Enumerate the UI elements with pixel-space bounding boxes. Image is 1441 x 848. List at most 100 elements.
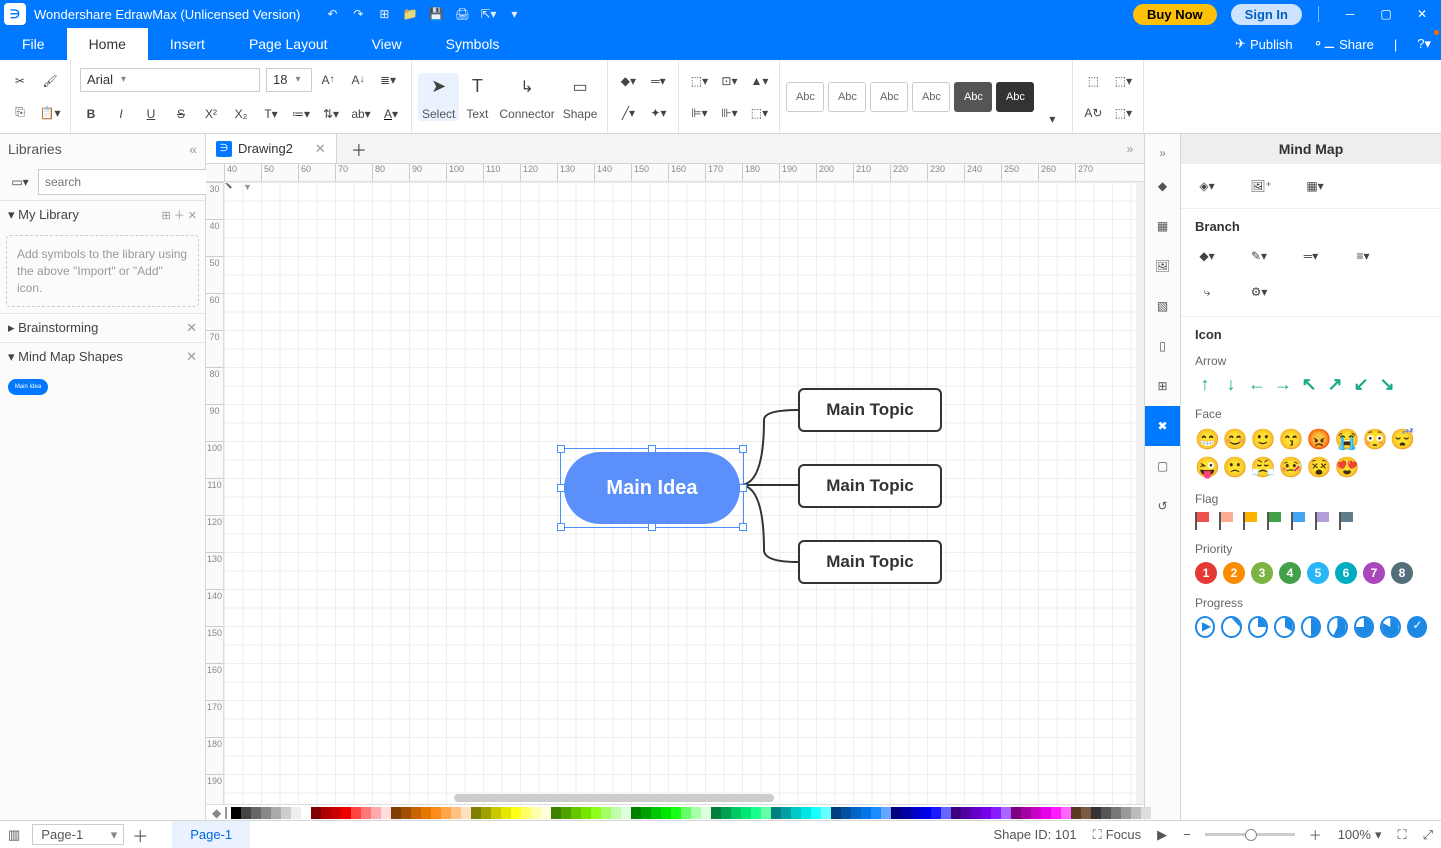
help-button[interactable]: ?▾	[1407, 28, 1441, 60]
color-swatch[interactable]	[651, 807, 661, 819]
color-swatch[interactable]	[411, 807, 421, 819]
color-swatch[interactable]	[791, 807, 801, 819]
tab-insert[interactable]: Insert	[148, 28, 227, 60]
color-swatch[interactable]	[261, 807, 271, 819]
decrease-font-button[interactable]: A↓	[344, 66, 372, 94]
copy-button[interactable]: ⎘	[6, 99, 34, 127]
color-swatch[interactable]	[1041, 807, 1051, 819]
color-swatch[interactable]	[1121, 807, 1131, 819]
fit-page-button[interactable]: ⛶	[1389, 821, 1414, 848]
color-swatch[interactable]	[951, 807, 961, 819]
color-swatch[interactable]	[821, 807, 831, 819]
branch-fill-button[interactable]: ◆▾	[1195, 244, 1219, 268]
color-swatch[interactable]	[311, 807, 321, 819]
arrow-left[interactable]: ←	[1247, 374, 1267, 395]
color-swatch[interactable]	[381, 807, 391, 819]
branch-edit-button[interactable]: ✎▾	[1247, 244, 1271, 268]
mindmap-panel-icon[interactable]: ✖	[1145, 406, 1181, 446]
color-swatch[interactable]	[461, 807, 471, 819]
color-swatch[interactable]	[691, 807, 701, 819]
face-icon[interactable]: 😭	[1335, 427, 1360, 452]
style-preset-3[interactable]: Abc	[870, 82, 908, 112]
color-swatch[interactable]	[871, 807, 881, 819]
library-search-input[interactable]	[38, 169, 207, 195]
color-swatch[interactable]	[971, 807, 981, 819]
color-swatch[interactable]	[551, 807, 561, 819]
canvas-scrollbar[interactable]	[454, 794, 774, 802]
color-swatch[interactable]	[1111, 807, 1121, 819]
priority-icon[interactable]: 6	[1335, 562, 1357, 584]
color-swatch[interactable]	[961, 807, 971, 819]
styles-more[interactable]: ▾	[1038, 105, 1066, 133]
arrow-ne[interactable]: ↗	[1325, 374, 1345, 395]
print-button[interactable]: 🖨	[452, 4, 472, 24]
text-tool[interactable]: T	[463, 73, 491, 101]
color-swatch[interactable]	[861, 807, 871, 819]
branch-settings-button[interactable]: ⚙▾	[1247, 280, 1271, 304]
arrow-right[interactable]: →	[1273, 374, 1293, 395]
color-swatch[interactable]	[781, 807, 791, 819]
face-icon[interactable]: 😜	[1195, 455, 1220, 480]
color-swatch[interactable]	[531, 807, 541, 819]
cut-button[interactable]: ✂	[6, 67, 34, 95]
zoom-out-button[interactable]: −	[1175, 821, 1199, 848]
color-swatch[interactable]	[831, 807, 841, 819]
priority-icon[interactable]: 4	[1279, 562, 1301, 584]
highlight-button[interactable]: ab▾	[347, 100, 375, 128]
style-preset-4[interactable]: Abc	[912, 82, 950, 112]
face-icon[interactable]: 😊	[1223, 427, 1248, 452]
export-button[interactable]: ⇱▾	[478, 4, 498, 24]
my-library-section[interactable]: ▾ My Library ⊞ ＋ ✕	[0, 200, 205, 229]
history-panel-icon[interactable]: ↺	[1145, 486, 1181, 526]
arrow-nw[interactable]: ↖	[1299, 374, 1319, 395]
zoom-slider[interactable]	[1205, 833, 1295, 836]
group-button[interactable]: ⊡▾	[715, 67, 743, 95]
tab-home[interactable]: Home	[67, 28, 148, 60]
progress-37[interactable]	[1274, 616, 1294, 638]
arrow-up[interactable]: ↑	[1195, 374, 1215, 395]
style-preset-1[interactable]: Abc	[786, 82, 824, 112]
node-topic-2[interactable]: Main Topic	[798, 464, 942, 508]
distribute-button[interactable]: ⊪▾	[715, 99, 743, 127]
color-swatch[interactable]	[1141, 807, 1151, 819]
color-swatch[interactable]	[1051, 807, 1061, 819]
face-icon[interactable]: 😙	[1279, 427, 1304, 452]
color-swatch[interactable]	[611, 807, 621, 819]
face-icon[interactable]: 😵	[1307, 455, 1332, 480]
color-swatch[interactable]	[571, 807, 581, 819]
image-panel-icon[interactable]: 🖼	[1145, 246, 1181, 286]
align-button[interactable]: ⊫▾	[685, 99, 713, 127]
progress-100[interactable]: ✓	[1407, 616, 1427, 638]
branch-line-button[interactable]: ═▾	[1299, 244, 1323, 268]
color-swatch[interactable]	[841, 807, 851, 819]
color-swatch[interactable]	[231, 807, 241, 819]
font-size-select[interactable]: 18▾	[266, 68, 312, 92]
color-swatch[interactable]	[891, 807, 901, 819]
insert-image-button[interactable]: 🖼⁺	[1249, 174, 1273, 198]
color-swatch[interactable]	[801, 807, 811, 819]
color-swatch[interactable]	[561, 807, 571, 819]
document-tab-drawing2[interactable]: ∋ Drawing2 ✕	[206, 134, 337, 163]
priority-icon[interactable]: 8	[1391, 562, 1413, 584]
layout-button[interactable]: ▦▾	[1303, 174, 1327, 198]
flag-icon[interactable]	[1195, 512, 1211, 530]
theme-fill-button[interactable]: ◈▾	[1195, 174, 1219, 198]
collapse-right-icon[interactable]: »	[1145, 140, 1181, 166]
color-swatch[interactable]	[1071, 807, 1081, 819]
expand-right-icon[interactable]: »	[1116, 135, 1144, 163]
flag-icon[interactable]	[1219, 512, 1235, 530]
color-swatch[interactable]	[741, 807, 751, 819]
arrow-se[interactable]: ↘	[1377, 374, 1397, 395]
face-icon[interactable]: 😡	[1307, 427, 1332, 452]
page-tab[interactable]: Page-1	[172, 821, 250, 848]
undo-button[interactable]: ↶	[322, 4, 342, 24]
color-swatch[interactable]	[441, 807, 451, 819]
paragraph-button[interactable]: ≣▾	[374, 66, 402, 94]
color-swatch[interactable]	[521, 807, 531, 819]
fullscreen-button[interactable]: ⤢	[1415, 821, 1441, 848]
color-swatch[interactable]	[681, 807, 691, 819]
color-swatch[interactable]	[241, 807, 251, 819]
container-button[interactable]: ⬚▾	[1109, 67, 1137, 95]
zoom-label[interactable]: 100% ▾	[1330, 821, 1390, 848]
library-menu-button[interactable]: ▭▾	[6, 168, 34, 196]
